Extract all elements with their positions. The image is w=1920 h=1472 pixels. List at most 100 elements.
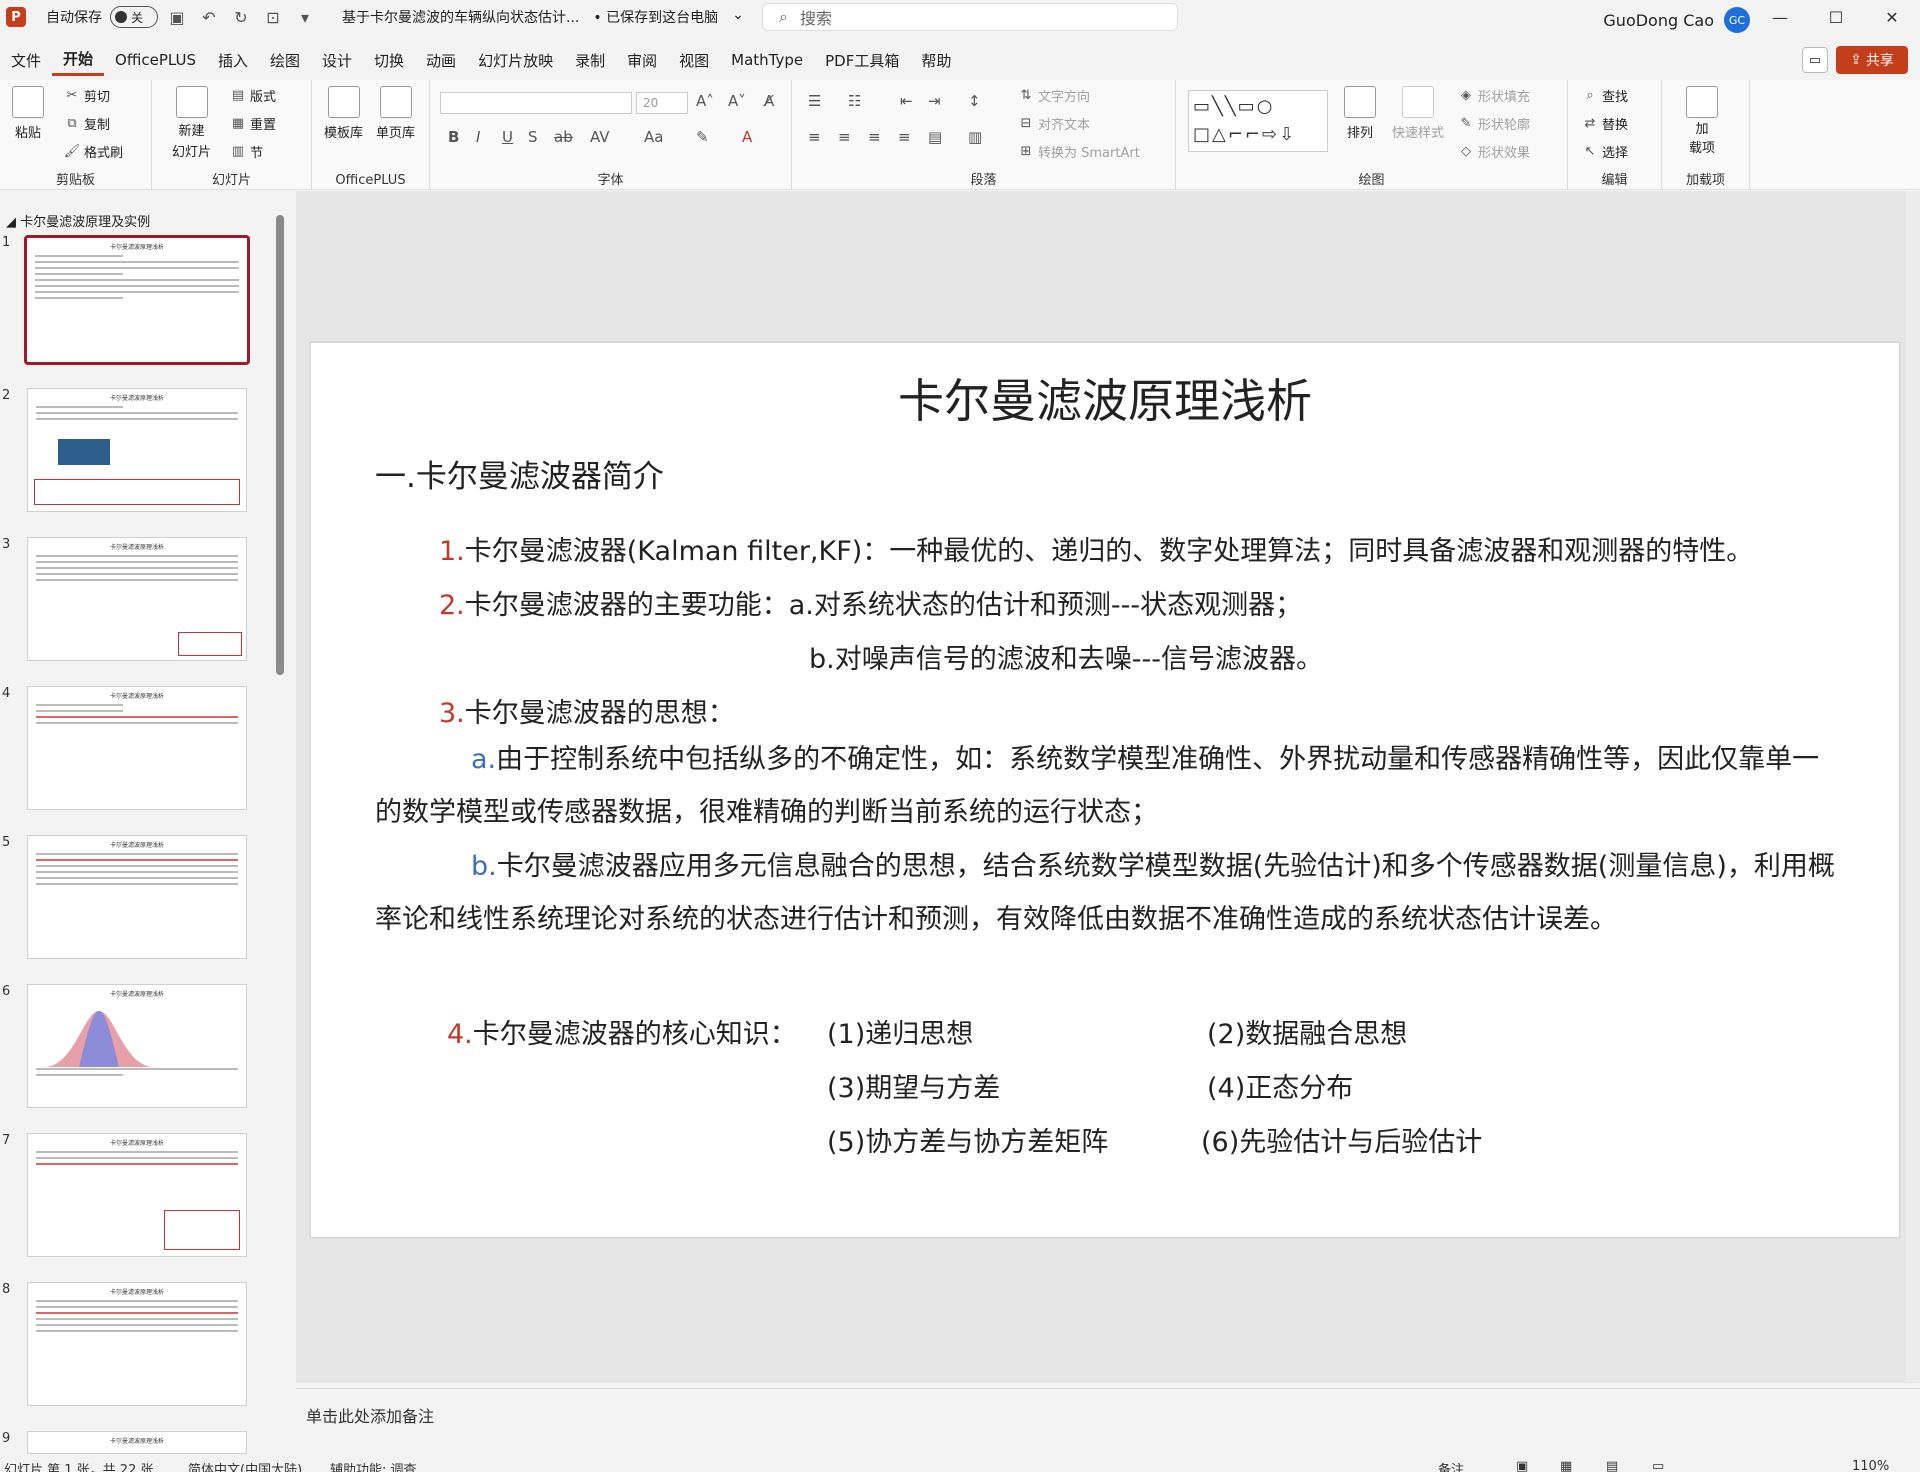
item-3b[interactable]: b.卡尔曼滤波器应用多元信息融合的思想，结合系统数学模型数据(先验估计)和多个传… (375, 840, 1845, 946)
slide-thumbnail[interactable]: 卡尔曼滤波原理浅析 (24, 235, 250, 365)
slide-thumbnail[interactable]: 卡尔曼滤波原理浅析 (27, 984, 247, 1108)
core-item[interactable]: (6)先验估计与后验估计 (1201, 1120, 1482, 1159)
find-button[interactable]: ⌕ 查找 (1582, 86, 1628, 105)
item-1[interactable]: 1.卡尔曼滤波器(Kalman filter,KF)：一种最优的、递归的、数字处… (439, 529, 1753, 568)
tab-officeplus[interactable]: OfficePLUS (104, 44, 207, 76)
shapes-gallery[interactable]: ▭╲╲▭○ □△⌐⌐⇨⇩ (1188, 90, 1328, 152)
document-title[interactable]: 基于卡尔曼滤波的车辆纵向状态估计... • 已保存到这台电脑 ⌄ (342, 7, 744, 27)
close-icon[interactable]: ✕ (1864, 0, 1920, 34)
minimize-icon[interactable]: — (1752, 0, 1808, 34)
core-item[interactable]: (3)期望与方差 (827, 1066, 1000, 1105)
italic-icon[interactable]: I (476, 128, 480, 146)
slide-title[interactable]: 卡尔曼滤波原理浅析 (311, 365, 1899, 431)
bold-icon[interactable]: B (448, 128, 459, 146)
smartart-button[interactable]: ⊞ 转换为 SmartArt (1018, 142, 1140, 161)
align-right-icon[interactable]: ≡ (868, 128, 881, 146)
language-indicator[interactable]: 简体中文(中国大陆) (188, 1459, 302, 1472)
notes-toggle[interactable]: 备注 (1438, 1459, 1464, 1472)
autosave[interactable]: 自动保存 关 (46, 6, 158, 28)
section-button[interactable]: ▥ 节 (230, 142, 263, 161)
align-text-button[interactable]: ⊟ 对齐文本 (1018, 114, 1090, 133)
highlight-icon[interactable]: ✎ (696, 128, 709, 146)
tab-design[interactable]: 设计 (311, 44, 363, 76)
item-3a[interactable]: a.由于控制系统中包括纵多的不确定性，如：系统数学模型准确性、外界扰动量和传感器… (375, 733, 1845, 839)
thumbnail-scrollbar[interactable] (276, 215, 284, 675)
bullets-icon[interactable]: ☰ (808, 92, 821, 110)
slide-thumbnail[interactable]: 卡尔曼滤波原理浅析 (27, 1431, 247, 1454)
comments-button[interactable]: ▭ (1802, 47, 1828, 73)
tab-home[interactable]: 开始 (52, 44, 105, 76)
arrange-button[interactable]: 排列 (1344, 86, 1376, 141)
item-4[interactable]: 4.卡尔曼滤波器的核心知识： (447, 1012, 797, 1051)
redo-icon[interactable]: ↻ (228, 5, 254, 29)
slide-thumbnail[interactable]: 卡尔曼滤波原理浅析 (27, 1282, 247, 1406)
slide-thumbnail[interactable]: 卡尔曼滤波原理浅析 (27, 686, 247, 810)
select-button[interactable]: ↖ 选择 (1582, 142, 1628, 161)
autosave-toggle[interactable]: 关 (110, 6, 158, 28)
tab-insert[interactable]: 插入 (207, 44, 259, 76)
tab-view[interactable]: 视图 (668, 44, 720, 76)
distributed-icon[interactable]: ▤ (928, 128, 942, 146)
single-page-library-button[interactable]: 单页库 (376, 86, 415, 141)
user-account[interactable]: GuoDong Cao GC (1603, 7, 1750, 33)
tab-help[interactable]: 帮助 (910, 44, 962, 76)
align-left-icon[interactable]: ≡ (808, 128, 821, 146)
core-item[interactable]: (5)协方差与协方差矩阵 (827, 1120, 1108, 1159)
char-spacing-icon[interactable]: AV (590, 128, 610, 146)
clear-format-icon[interactable]: A̸ (764, 92, 774, 110)
section-heading[interactable]: 一.卡尔曼滤波器简介 (375, 451, 664, 496)
shape-effects-button[interactable]: ◇ 形状效果 (1458, 142, 1530, 161)
tab-animations[interactable]: 动画 (415, 44, 467, 76)
avatar[interactable]: GC (1724, 7, 1750, 33)
paste-button[interactable]: 粘贴 (12, 86, 44, 141)
notes-placeholder[interactable]: 单击此处添加备注 (306, 1403, 434, 1427)
text-direction-button[interactable]: ⇅ 文字方向 (1018, 86, 1090, 105)
tab-slideshow[interactable]: 幻灯片放映 (467, 44, 564, 76)
item-3[interactable]: 3.卡尔曼滤波器的思想： (439, 691, 735, 730)
item-2-b[interactable]: b.对噪声信号的滤波和去噪---信号滤波器。 (809, 637, 1323, 676)
tab-mathtype[interactable]: MathType (720, 44, 814, 76)
shape-outline-button[interactable]: ✎ 形状轮廓 (1458, 114, 1530, 133)
tab-file[interactable]: 文件 (0, 44, 52, 76)
search-box[interactable]: ⌕ 搜索 (762, 3, 1178, 31)
new-slide-button[interactable]: 新建 幻灯片 (172, 86, 211, 160)
format-painter-button[interactable]: 🖌 格式刷 (64, 142, 123, 161)
addins-button[interactable]: 加载项 (1686, 86, 1718, 156)
shadow-icon[interactable]: S (528, 128, 538, 146)
line-spacing-icon[interactable]: ↕ (968, 92, 981, 110)
section-header[interactable]: ◢ 卡尔曼滤波原理及实例 (6, 211, 150, 230)
slide-thumbnail[interactable]: 卡尔曼滤波原理浅析 (27, 388, 247, 512)
template-library-button[interactable]: 模板库 (324, 86, 363, 141)
save-icon[interactable]: ▣ (164, 5, 190, 29)
customize-toolbar-icon[interactable]: ▾ (292, 5, 318, 29)
font-name-combo[interactable] (440, 92, 632, 114)
item-2[interactable]: 2.卡尔曼滤波器的主要功能：a.对系统状态的估计和预测---状态观测器； (439, 583, 1302, 622)
accessibility-status[interactable]: 辅助功能: 调查 (330, 1459, 417, 1472)
normal-view-icon[interactable]: ▣ (1516, 1459, 1528, 1472)
present-icon[interactable]: ⊡ (260, 5, 286, 29)
core-item[interactable]: (2)数据融合思想 (1207, 1012, 1407, 1051)
undo-icon[interactable]: ↶ (196, 5, 222, 29)
align-center-icon[interactable]: ≡ (838, 128, 851, 146)
slide-sorter-icon[interactable]: ▦ (1560, 1459, 1572, 1472)
strikethrough-icon[interactable]: ab (554, 128, 573, 146)
zoom-level[interactable]: 110% (1852, 1459, 1889, 1472)
font-size-combo[interactable]: 20 (636, 92, 688, 114)
increase-indent-icon[interactable]: ⇥ (928, 92, 941, 110)
numbering-icon[interactable]: ☷ (848, 92, 861, 110)
core-item[interactable]: (4)正态分布 (1207, 1066, 1353, 1105)
current-slide[interactable]: 卡尔曼滤波原理浅析 一.卡尔曼滤波器简介 1.卡尔曼滤波器(Kalman fil… (310, 342, 1900, 1238)
tab-transitions[interactable]: 切换 (363, 44, 415, 76)
font-color-icon[interactable]: A (742, 128, 752, 146)
copy-button[interactable]: ⧉ 复制 (64, 114, 110, 133)
cut-button[interactable]: ✂ 剪切 (64, 86, 110, 105)
notes-pane[interactable]: 单击此处添加备注 (296, 1388, 1920, 1448)
share-button[interactable]: ⇪ 共享 (1836, 46, 1908, 74)
tab-review[interactable]: 审阅 (616, 44, 668, 76)
quick-styles-button[interactable]: 快速样式 (1392, 86, 1444, 141)
tab-draw[interactable]: 绘图 (259, 44, 311, 76)
justify-icon[interactable]: ≡ (898, 128, 911, 146)
canvas-scrollbar[interactable] (1906, 191, 1920, 1383)
tab-pdf-tools[interactable]: PDF工具箱 (814, 44, 910, 76)
slide-thumbnail[interactable]: 卡尔曼滤波原理浅析 (27, 1133, 247, 1257)
